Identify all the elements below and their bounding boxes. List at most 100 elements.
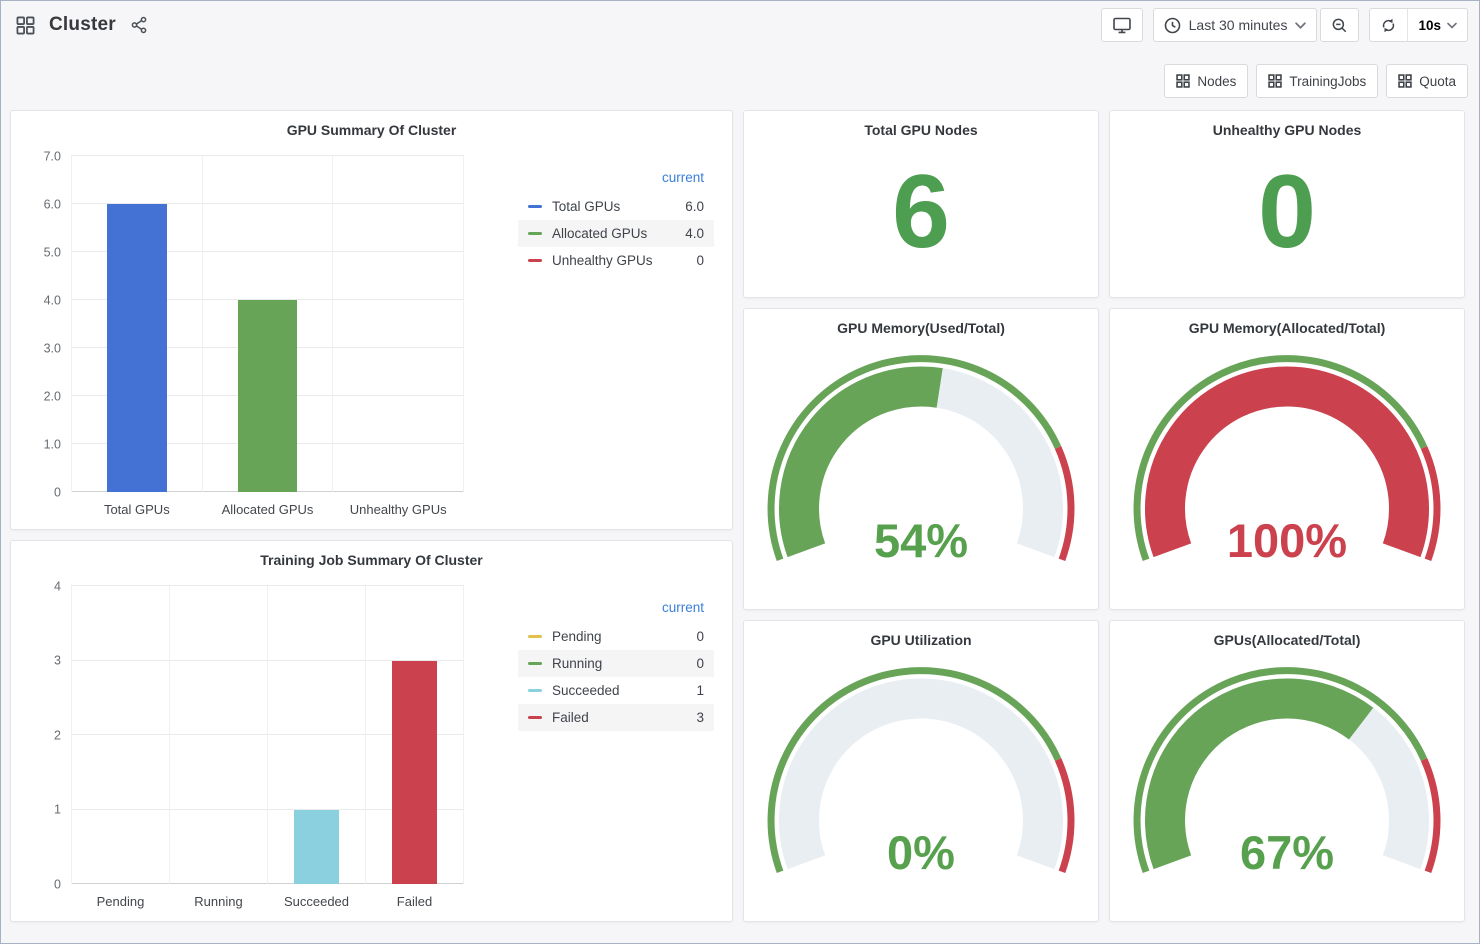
stat-value: 6 (892, 165, 950, 261)
chevron-down-icon (1295, 22, 1306, 29)
panel-title[interactable]: GPU Utilization (744, 621, 1098, 648)
legend-series-value: 3 (696, 710, 704, 725)
time-range-label: Last 30 minutes (1189, 17, 1288, 33)
y-axis-tick-label: 0 (23, 486, 61, 499)
panel-gpu-summary: GPU Summary Of Cluster 01.02.03.04.05.06… (10, 110, 733, 530)
legend-series-label: Failed (552, 710, 589, 725)
gpu-utilization-gauge: 0% (761, 664, 1081, 874)
bar-allocated-gpus (238, 300, 298, 492)
y-axis-tick-label: 2.0 (23, 390, 61, 403)
monitor-icon (1112, 16, 1132, 34)
nav-button-quota[interactable]: Quota (1386, 64, 1468, 98)
legend-series-dash (528, 662, 542, 665)
category-slots: PendingRunningSucceededFailed (71, 586, 464, 884)
gpus-allocated-gauge: 67% (1127, 664, 1447, 874)
bar-succeeded (294, 810, 339, 885)
y-axis-tick-label: 0 (23, 878, 61, 891)
panel-title[interactable]: GPU Memory(Used/Total) (744, 309, 1098, 336)
grid-icon (1176, 74, 1190, 88)
legend-series-value: 6.0 (685, 199, 704, 214)
legend-current-header[interactable]: current (518, 168, 714, 193)
legend-series-value: 1 (696, 683, 704, 698)
gpu-memory-allocated-gauge: 100% (1127, 352, 1447, 562)
legend-series-label: Pending (552, 629, 602, 644)
y-axis-tick-label: 6.0 (23, 198, 61, 211)
category-slot: Unhealthy GPUs (333, 156, 464, 492)
gauge-value-text: 67% (1127, 829, 1447, 876)
legend-series-label: Unhealthy GPUs (552, 253, 653, 268)
legend-row-allocated-gpus[interactable]: Allocated GPUs4.0 (518, 220, 714, 247)
time-range-picker[interactable]: Last 30 minutes (1153, 8, 1318, 42)
refresh-icon (1380, 17, 1397, 34)
dashboard-links: Nodes TrainingJobs Quota (0, 50, 1480, 98)
x-axis-label: Failed (347, 894, 483, 909)
panel-total-gpu-nodes: Total GPU Nodes 6 (743, 110, 1099, 298)
refresh-button[interactable] (1370, 9, 1407, 41)
tv-mode-button[interactable] (1101, 8, 1143, 42)
gpu-memory-used-gauge: 54% (761, 352, 1081, 562)
zoom-out-icon (1331, 17, 1348, 34)
y-axis-tick-label: 1 (23, 803, 61, 816)
zoom-out-button[interactable] (1320, 8, 1359, 42)
panel-unhealthy-gpu-nodes: Unhealthy GPU Nodes 0 (1109, 110, 1465, 298)
legend-row-unhealthy-gpus[interactable]: Unhealthy GPUs 0 (518, 247, 714, 274)
legend-series-dash (528, 635, 542, 638)
y-axis-tick-label: 7.0 (23, 150, 61, 163)
legend-row-pending[interactable]: Pending 0 (518, 623, 714, 650)
panel-title[interactable]: GPUs(Allocated/Total) (1110, 621, 1464, 648)
y-axis-tick-label: 4.0 (23, 294, 61, 307)
panel-title[interactable]: Unhealthy GPU Nodes (1110, 111, 1464, 138)
category-slot: Total GPUs (71, 156, 203, 492)
gauge-value-text: 0% (761, 829, 1081, 876)
panel-gpu-memory-used: GPU Memory(Used/Total) 54% (743, 308, 1099, 610)
category-slot: Succeeded (268, 586, 366, 884)
legend-series-label: Total GPUs (552, 199, 620, 214)
training-job-legend: currentPending0Running0Succeeded1Failed3 (518, 598, 714, 731)
legend-current-header[interactable]: current (518, 598, 714, 623)
category-slot: Pending (71, 586, 170, 884)
legend-series-dash (528, 232, 542, 235)
panel-title[interactable]: Total GPU Nodes (744, 111, 1098, 138)
refresh-controls: 10s (1369, 8, 1468, 42)
panel-title[interactable]: GPU Memory(Allocated/Total) (1110, 309, 1464, 336)
dashboard-grid-icon[interactable] (14, 14, 37, 37)
legend-row-failed[interactable]: Failed 3 (518, 704, 714, 731)
y-axis-tick-label: 3 (23, 654, 61, 667)
legend-row-succeeded[interactable]: Succeeded1 (518, 677, 714, 704)
legend-series-dash (528, 259, 542, 262)
panel-title[interactable]: Training Job Summary Of Cluster (11, 541, 732, 568)
grid-icon (1398, 74, 1412, 88)
legend-series-value: 0 (696, 656, 704, 671)
gpu-summary-legend: currentTotal GPUs6.0Allocated GPUs4.0Unh… (518, 168, 714, 274)
legend-series-dash (528, 689, 542, 692)
stat-value: 0 (1258, 165, 1316, 261)
bar-failed (392, 661, 437, 885)
nav-button-label: Quota (1419, 74, 1456, 89)
panel-gpus-allocated: GPUs(Allocated/Total) 67% (1109, 620, 1465, 922)
nav-button-nodes[interactable]: Nodes (1164, 64, 1248, 98)
legend-row-total-gpus[interactable]: Total GPUs 6.0 (518, 193, 714, 220)
category-slots: Total GPUsAllocated GPUsUnhealthy GPUs (71, 156, 464, 492)
category-slot: Running (170, 586, 268, 884)
share-icon[interactable] (128, 14, 150, 36)
panel-title[interactable]: GPU Summary Of Cluster (11, 111, 732, 138)
y-axis-tick-label: 2 (23, 729, 61, 742)
gauge-value-text: 100% (1127, 517, 1447, 564)
nav-button-label: Nodes (1197, 74, 1236, 89)
chevron-down-icon (1447, 22, 1457, 29)
gpu-summary-bar-chart: 01.02.03.04.05.06.07.0Total GPUsAllocate… (71, 156, 464, 492)
panel-training-job-summary: Training Job Summary Of Cluster 01234Pen… (10, 540, 733, 922)
legend-row-running[interactable]: Running0 (518, 650, 714, 677)
nav-button-trainingjobs[interactable]: TrainingJobs (1256, 64, 1378, 98)
gauge-value-text: 54% (761, 517, 1081, 564)
clock-icon (1164, 17, 1181, 34)
legend-series-value: 0 (696, 629, 704, 644)
refresh-interval-dropdown[interactable]: 10s (1407, 9, 1467, 41)
y-axis-tick-label: 1.0 (23, 438, 61, 451)
refresh-interval-label: 10s (1418, 18, 1441, 33)
legend-series-dash (528, 205, 542, 208)
y-axis-tick-label: 4 (23, 580, 61, 593)
category-slot: Allocated GPUs (203, 156, 334, 492)
legend-series-value: 0 (696, 253, 704, 268)
training-job-bar-chart: 01234PendingRunningSucceededFailed (71, 586, 464, 884)
